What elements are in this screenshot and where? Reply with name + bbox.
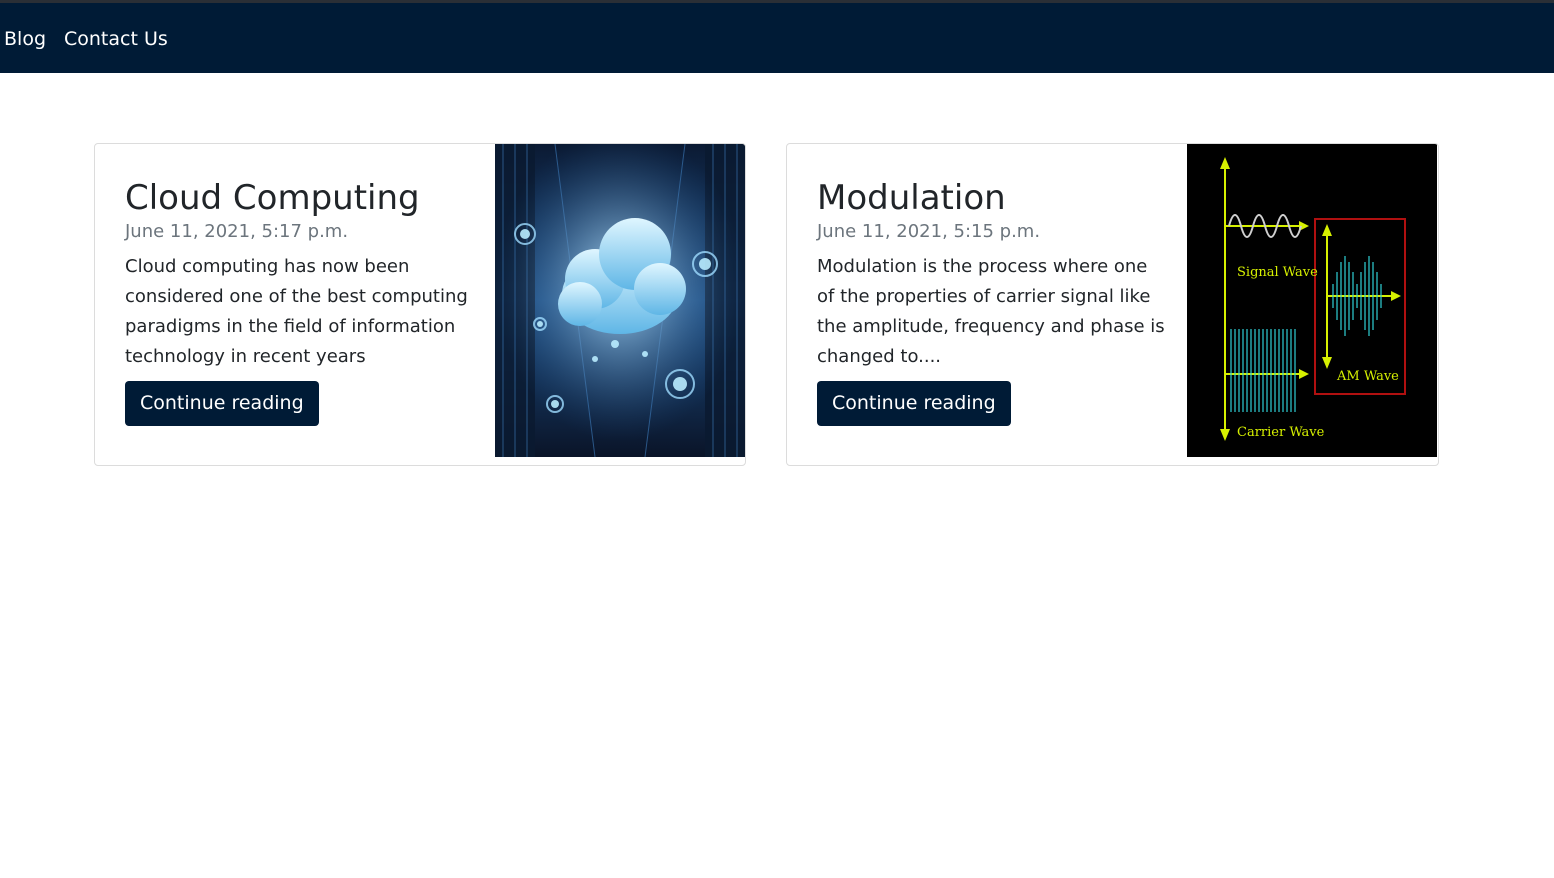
post-date: June 11, 2021, 5:17 p.m. <box>125 221 349 242</box>
excerpt-line: technology in recent years <box>125 346 366 367</box>
post-card-modulation: Modulation June 11, 2021, 5:15 p.m. Modu… <box>786 143 1439 466</box>
post-excerpt: Cloud computing has now been considered … <box>125 252 473 372</box>
signal-wave-label: Signal Wave <box>1237 265 1318 280</box>
cloud-datacenter-image[interactable] <box>495 144 745 457</box>
excerpt-line: paradigms in the field of information <box>125 316 456 337</box>
continue-reading-button[interactable]: Continue reading <box>817 381 1011 426</box>
carrier-wave-label: Carrier Wave <box>1237 425 1325 440</box>
excerpt-line: considered one of the best computing <box>125 286 468 307</box>
excerpt-line: changed to.... <box>817 346 942 367</box>
post-card-cloud-computing: Cloud Computing June 11, 2021, 5:17 p.m.… <box>94 143 746 466</box>
post-date: June 11, 2021, 5:15 p.m. <box>817 221 1041 242</box>
excerpt-line: the amplitude, frequency and phase is <box>817 316 1165 337</box>
am-wave-label: AM Wave <box>1336 369 1399 384</box>
nav-link-blog[interactable]: Blog <box>4 27 46 51</box>
post-title: Cloud Computing <box>125 178 420 218</box>
nav-link-contact-us[interactable]: Contact Us <box>64 27 168 51</box>
am-modulation-diagram-image[interactable]: Signal Wave Carrier Wave AM Wave <box>1187 144 1437 457</box>
excerpt-line: of the properties of carrier signal like <box>817 286 1151 307</box>
post-title: Modulation <box>817 178 1006 218</box>
post-excerpt: Modulation is the process where one of t… <box>817 252 1165 372</box>
top-navbar: Blog Contact Us <box>0 3 1554 73</box>
continue-reading-button[interactable]: Continue reading <box>125 381 319 426</box>
excerpt-line: Modulation is the process where one <box>817 256 1148 277</box>
excerpt-line: Cloud computing has now been <box>125 256 410 277</box>
